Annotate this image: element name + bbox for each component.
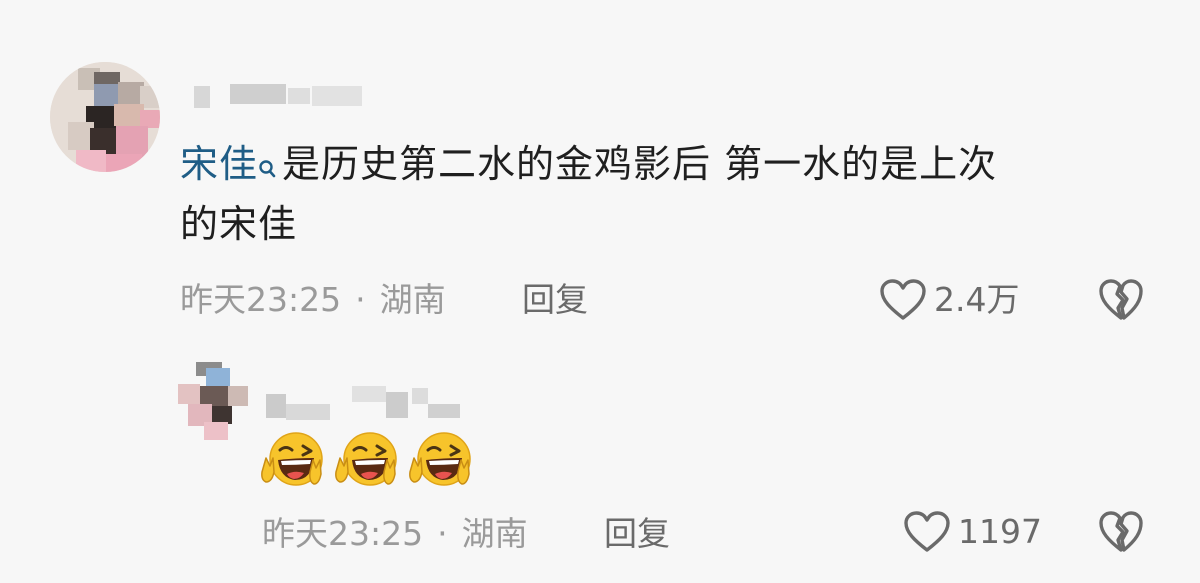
reply-button[interactable]: 回复	[522, 280, 588, 320]
reply-emoji-row	[258, 428, 474, 494]
commenter-name-blurred[interactable]	[192, 84, 372, 110]
like-button[interactable]: 2.4万	[878, 278, 1019, 322]
reply-location: 湖南	[461, 514, 528, 553]
broken-heart-icon	[1099, 511, 1143, 552]
reply-to-reply-button[interactable]: 回复	[604, 514, 670, 554]
heart-icon	[880, 279, 926, 320]
like-count: 2.4万	[934, 280, 1020, 319]
reply-dislike-button[interactable]	[1097, 510, 1145, 554]
grinning-wink-victory-emoji	[335, 432, 397, 486]
reply-meta: 昨天23:25 · 湖南	[262, 514, 528, 554]
meta-separator: ·	[355, 280, 366, 319]
commenter-avatar[interactable]	[50, 62, 160, 172]
comment-meta: 昨天23:25 · 湖南	[180, 280, 446, 320]
replier-name-blurred[interactable]	[262, 384, 462, 424]
mention-link[interactable]: 宋佳	[180, 142, 258, 186]
heart-icon	[904, 511, 950, 552]
reply-date: 昨天23:25	[262, 514, 424, 553]
meta-separator: ·	[437, 514, 448, 553]
dislike-button[interactable]	[1097, 278, 1145, 322]
comment-location: 湖南	[379, 280, 446, 319]
search-icon[interactable]	[258, 140, 278, 178]
comment-body: 是历史第二水的金鸡影后 第一水的是上次	[282, 142, 998, 186]
comment-body-continued: 的宋佳	[180, 202, 298, 246]
broken-heart-icon	[1099, 279, 1143, 320]
replier-avatar[interactable]	[178, 362, 248, 442]
reply-like-button[interactable]: 1197	[902, 510, 1042, 554]
comment-text: 宋佳 是历史第二水的金鸡影后 第一水的是上次的宋佳	[180, 134, 1140, 254]
grinning-wink-victory-emoji	[409, 432, 471, 486]
comment-date: 昨天23:25	[180, 280, 342, 319]
grinning-wink-victory-emoji	[261, 432, 323, 486]
reply-like-count: 1197	[958, 512, 1042, 551]
